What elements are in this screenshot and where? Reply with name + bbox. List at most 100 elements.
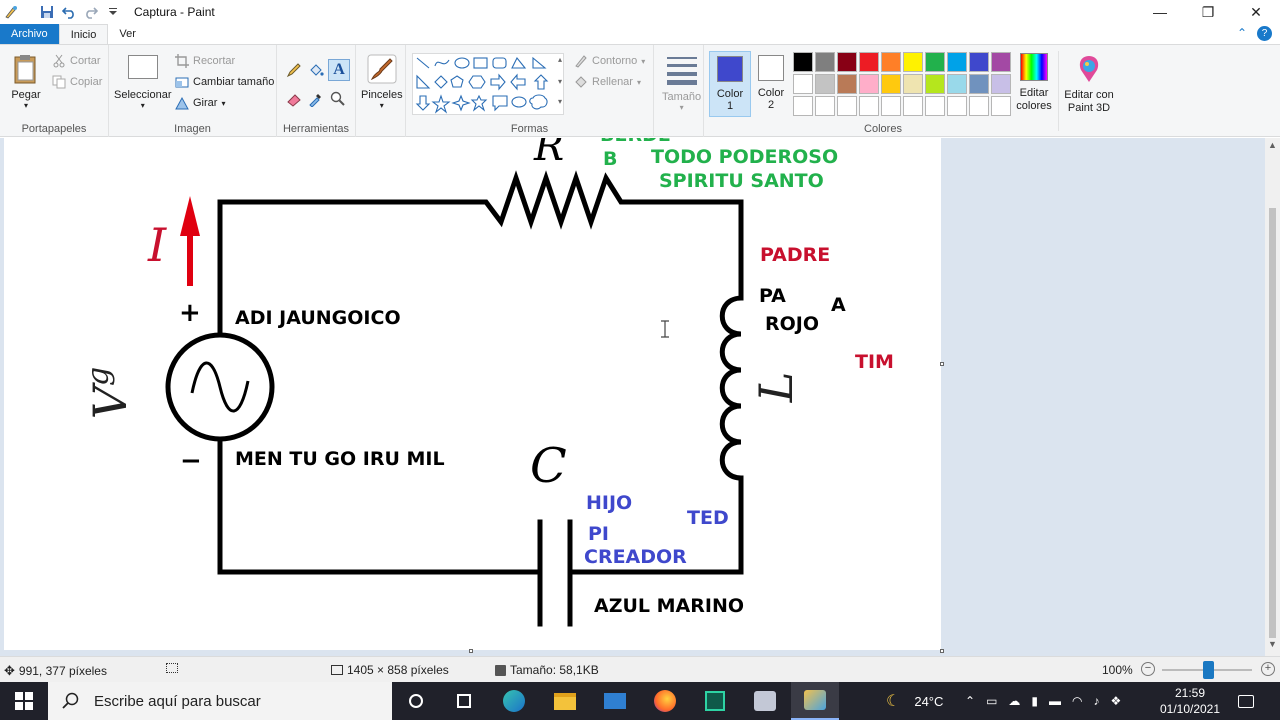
taskbar-search-box[interactable]: Escribe aquí para buscar — [48, 682, 392, 720]
cortana-icon[interactable] — [392, 682, 440, 720]
fill-bucket-icon[interactable] — [308, 62, 324, 78]
meet-now-icon[interactable]: ▭ — [986, 694, 997, 708]
text-tool-icon[interactable]: A — [328, 59, 350, 81]
tab-home[interactable]: Inicio — [58, 23, 109, 45]
vertical-scrollbar[interactable]: ▲ ▼ — [1265, 138, 1280, 656]
tab-file[interactable]: Archivo — [0, 24, 59, 44]
size-button[interactable]: Tamaño ▾ — [662, 55, 701, 112]
palette-swatch[interactable] — [859, 96, 879, 116]
palette-swatch[interactable] — [837, 96, 857, 116]
tab-view[interactable]: Ver — [108, 24, 147, 44]
select-button[interactable]: Seleccionar ▾ — [114, 55, 171, 110]
palette-swatch[interactable] — [859, 74, 879, 94]
collapse-ribbon-icon[interactable]: ⌃ — [1237, 26, 1247, 41]
edit-colors-button[interactable]: Editar colores — [1014, 53, 1054, 113]
crop-button[interactable]: Recortar — [175, 54, 235, 68]
palette-swatch[interactable] — [903, 74, 923, 94]
pencil-icon[interactable] — [286, 62, 302, 78]
palette-swatch[interactable] — [947, 96, 967, 116]
battery-icon[interactable]: ▬ — [1049, 694, 1061, 708]
onedrive-icon[interactable]: ☁ — [1008, 694, 1020, 708]
start-button[interactable] — [0, 682, 48, 720]
task-view-icon[interactable] — [440, 682, 488, 720]
usb-device-icon[interactable]: ▮ — [1031, 694, 1038, 708]
palette-swatch[interactable] — [947, 74, 967, 94]
palette-swatch[interactable] — [881, 96, 901, 116]
palette-swatch[interactable] — [837, 74, 857, 94]
color-picker-icon[interactable] — [308, 91, 324, 108]
palette-swatch[interactable] — [925, 52, 945, 72]
palette-swatch[interactable] — [991, 74, 1011, 94]
close-button[interactable]: ✕ — [1232, 0, 1280, 24]
wifi-icon[interactable]: ◠ — [1072, 694, 1082, 708]
eraser-icon[interactable] — [286, 91, 302, 107]
drawing-canvas[interactable]: R I Vg L C BERDE B TODO PODEROSO SPIRITU… — [4, 138, 941, 650]
help-icon[interactable]: ? — [1257, 26, 1272, 41]
notifications-icon[interactable] — [1238, 682, 1254, 720]
customize-toolbar-icon[interactable] — [106, 5, 120, 19]
palette-swatch[interactable] — [815, 74, 835, 94]
palette-swatch[interactable] — [815, 52, 835, 72]
palette-swatch[interactable] — [793, 52, 813, 72]
magnifier-icon[interactable] — [330, 91, 346, 107]
brushes-button[interactable]: Pinceles ▾ — [361, 53, 403, 110]
edge-icon[interactable] — [490, 682, 538, 720]
palette-swatch[interactable] — [837, 52, 857, 72]
screen-capture-app-icon[interactable] — [741, 682, 789, 720]
palette-swatch[interactable] — [881, 52, 901, 72]
palette-swatch[interactable] — [903, 52, 923, 72]
scroll-down-icon[interactable]: ▼ — [1265, 639, 1280, 654]
palette-swatch[interactable] — [793, 96, 813, 116]
shapes-expand-icon[interactable]: ▾ — [558, 97, 562, 106]
canvas-resize-handle-bottom[interactable] — [469, 649, 473, 653]
palette-swatch[interactable] — [881, 74, 901, 94]
palette-swatch[interactable] — [859, 52, 879, 72]
clock[interactable]: 21:59 01/10/2021 — [1152, 682, 1228, 720]
palette-swatch[interactable] — [991, 96, 1011, 116]
color2-button[interactable]: Color 2 — [750, 51, 792, 117]
palette-swatch[interactable] — [793, 74, 813, 94]
zoom-in-button[interactable]: + — [1261, 662, 1275, 676]
restore-button[interactable]: ❐ — [1184, 0, 1232, 24]
color1-button[interactable]: Color 1 — [709, 51, 751, 117]
palette-swatch[interactable] — [925, 96, 945, 116]
zoom-slider-thumb[interactable] — [1203, 661, 1214, 679]
shapes-scroll-down-icon[interactable]: ▾ — [558, 77, 562, 86]
copy-button[interactable]: Copiar — [52, 75, 102, 89]
weather-widget[interactable]: ☾ 24°C — [886, 682, 943, 720]
shapes-scroll-up-icon[interactable]: ▴ — [558, 55, 562, 64]
palette-swatch[interactable] — [969, 96, 989, 116]
shapes-gallery[interactable] — [412, 53, 564, 115]
palette-swatch[interactable] — [969, 52, 989, 72]
scrollbar-thumb[interactable] — [1269, 208, 1276, 638]
cut-button[interactable]: Cortar — [52, 54, 101, 68]
volume-icon[interactable]: ♪ — [1094, 694, 1100, 708]
canvas-resize-handle-corner[interactable] — [940, 649, 944, 653]
edit-paint3d-button[interactable]: Editar con Paint 3D — [1063, 53, 1115, 115]
resize-button[interactable]: Cambiar tamaño — [175, 75, 274, 89]
paint-taskbar-icon[interactable] — [791, 682, 839, 720]
palette-swatch[interactable] — [969, 74, 989, 94]
palette-swatch[interactable] — [815, 96, 835, 116]
paste-button[interactable]: Pegar ▾ — [10, 53, 42, 110]
minimize-button[interactable]: — — [1136, 0, 1184, 24]
dropbox-icon[interactable]: ❖ — [1111, 694, 1122, 708]
canvas-resize-handle-right[interactable] — [940, 362, 944, 366]
undo-icon[interactable] — [61, 5, 76, 19]
outline-button[interactable]: Contorno ▾ — [574, 54, 645, 68]
file-explorer-icon[interactable] — [541, 682, 589, 720]
palette-swatch[interactable] — [925, 74, 945, 94]
save-icon[interactable] — [40, 5, 54, 19]
redo-icon[interactable] — [84, 5, 99, 19]
rotate-button[interactable]: Girar ▾ — [175, 96, 225, 110]
vpn-app-icon[interactable] — [691, 682, 739, 720]
palette-swatch[interactable] — [947, 52, 967, 72]
palette-swatch[interactable] — [991, 52, 1011, 72]
firefox-icon[interactable] — [641, 682, 689, 720]
zoom-out-button[interactable]: − — [1141, 662, 1155, 676]
palette-swatch[interactable] — [903, 96, 923, 116]
show-hidden-icons-chevron-icon[interactable]: ⌃ — [965, 694, 975, 708]
scroll-up-icon[interactable]: ▲ — [1265, 140, 1280, 155]
fill-button[interactable]: Rellenar ▾ — [574, 75, 641, 89]
mail-icon[interactable] — [591, 682, 639, 720]
